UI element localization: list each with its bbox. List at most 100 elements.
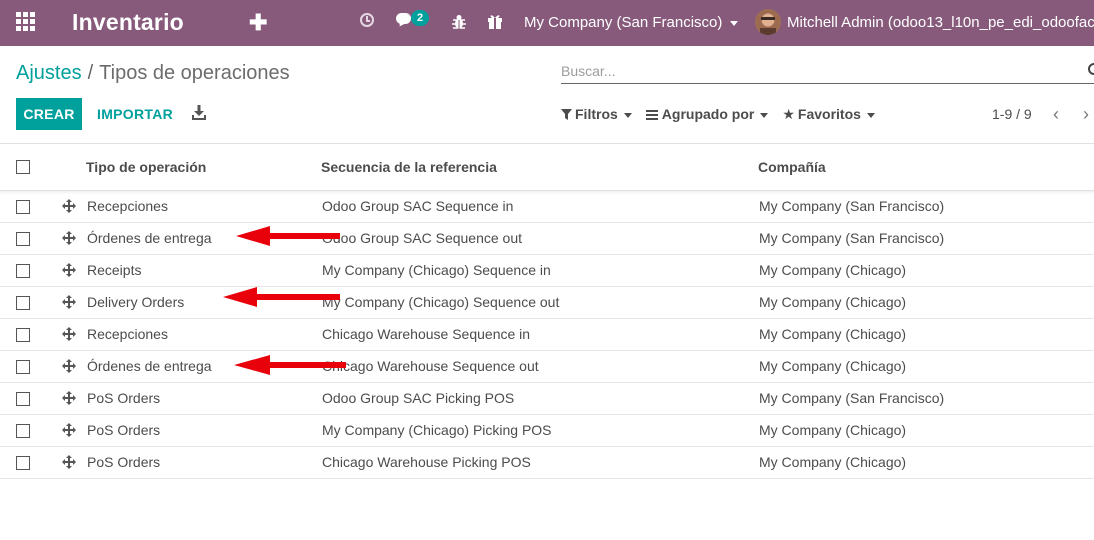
- sequence-cell: Odoo Group SAC Sequence out: [322, 230, 523, 246]
- apps-grid-icon[interactable]: [16, 12, 36, 32]
- search-bar: [561, 59, 1094, 84]
- operation-type-cell: Delivery Orders: [87, 294, 185, 310]
- company-switcher[interactable]: My Company (San Francisco): [524, 14, 739, 31]
- sequence-cell: Odoo Group SAC Sequence in: [322, 198, 514, 214]
- table-row[interactable]: Receipts My Company (Chicago) Sequence in…: [0, 255, 1094, 287]
- table-row[interactable]: Recepciones Chicago Warehouse Sequence in…: [0, 319, 1094, 351]
- company-cell: My Company (Chicago): [759, 262, 907, 278]
- chevron-down-icon: [866, 112, 875, 118]
- breadcrumb: Ajustes / Tipos de operaciones: [16, 62, 290, 85]
- bars-icon: [645, 110, 658, 120]
- group-by-dropdown[interactable]: Agrupado por: [645, 106, 769, 122]
- operation-type-cell: Recepciones: [87, 198, 168, 214]
- column-header-company[interactable]: Compañía: [758, 159, 826, 175]
- search-icon[interactable]: [1088, 63, 1094, 75]
- operation-type-cell: PoS Orders: [87, 390, 161, 406]
- download-icon[interactable]: [192, 105, 206, 121]
- search-input[interactable]: [561, 59, 1081, 83]
- table-row[interactable]: PoS Orders Odoo Group SAC Picking POS My C…: [0, 383, 1094, 415]
- chevron-down-icon: [623, 112, 632, 118]
- search-options: Filtros Agrupado por ★ Favoritos: [561, 106, 889, 123]
- company-cell: My Company (San Francisco): [759, 390, 945, 406]
- operation-type-cell: Órdenes de entrega: [87, 230, 212, 246]
- drag-handle-icon[interactable]: [62, 423, 76, 437]
- chevron-down-icon: [760, 112, 769, 118]
- chat-icon[interactable]: [396, 13, 412, 29]
- avatar[interactable]: [755, 9, 781, 35]
- table-header: Tipo de operación Secuencia de la refere…: [0, 143, 1094, 191]
- column-header-sequence[interactable]: Secuencia de la referencia: [321, 159, 497, 175]
- top-navbar: Inventario ✚ 2 My Company (San Francisco…: [0, 0, 1094, 46]
- pager-value[interactable]: 1-9 / 9: [992, 106, 1032, 122]
- breadcrumb-parent-link[interactable]: Ajustes: [16, 62, 82, 84]
- company-cell: My Company (Chicago): [759, 454, 907, 470]
- table-row[interactable]: Órdenes de entrega Chicago Warehouse Sequ…: [0, 351, 1094, 383]
- favorites-label: Favoritos: [797, 106, 861, 122]
- star-icon: ★: [782, 106, 795, 122]
- row-checkbox[interactable]: [16, 296, 30, 310]
- gift-icon[interactable]: [487, 12, 503, 29]
- sequence-cell: My Company (Chicago) Sequence out: [322, 294, 560, 310]
- create-button[interactable]: CREAR: [16, 98, 82, 130]
- page-title: Tipos de operaciones: [99, 62, 290, 84]
- company-cell: My Company (Chicago): [759, 294, 907, 310]
- chevron-left-icon[interactable]: ‹: [1053, 104, 1059, 125]
- row-checkbox[interactable]: [16, 264, 30, 278]
- red-arrow-annotation: [236, 226, 340, 246]
- drag-handle-icon[interactable]: [62, 263, 76, 277]
- chevron-down-icon: [730, 20, 739, 26]
- drag-handle-icon[interactable]: [62, 391, 76, 405]
- drag-handle-icon[interactable]: [62, 359, 76, 373]
- plus-icon[interactable]: ✚: [249, 10, 267, 36]
- operation-type-cell: Recepciones: [87, 326, 168, 342]
- company-cell: My Company (San Francisco): [759, 230, 945, 246]
- drag-handle-icon[interactable]: [62, 231, 76, 245]
- row-checkbox[interactable]: [16, 360, 30, 374]
- sequence-cell: Chicago Warehouse Sequence out: [322, 358, 539, 374]
- user-menu[interactable]: Mitchell Admin (odoo13_l10n_pe_edi_odoof…: [787, 14, 1094, 31]
- red-arrow-annotation: [234, 355, 346, 375]
- company-cell: My Company (Chicago): [759, 326, 907, 342]
- table-row[interactable]: PoS Orders My Company (Chicago) Picking P…: [0, 415, 1094, 447]
- bug-icon[interactable]: [452, 14, 466, 30]
- favorites-dropdown[interactable]: ★ Favoritos: [782, 106, 875, 123]
- operation-type-cell: Receipts: [87, 262, 142, 278]
- table-row[interactable]: PoS Orders Chicago Warehouse Picking POS M…: [0, 447, 1094, 479]
- operation-type-cell: Órdenes de entrega: [87, 358, 212, 374]
- sequence-cell: Odoo Group SAC Picking POS: [322, 390, 515, 406]
- filter-icon: [561, 109, 572, 120]
- sequence-cell: Chicago Warehouse Picking POS: [322, 454, 531, 470]
- operation-type-cell: PoS Orders: [87, 454, 161, 470]
- red-arrow-annotation: [223, 287, 340, 307]
- table-body: Recepciones Odoo Group SAC Sequence in My …: [0, 191, 1094, 479]
- clock-icon[interactable]: [360, 13, 374, 27]
- row-checkbox[interactable]: [16, 424, 30, 438]
- breadcrumb-separator: /: [87, 62, 94, 84]
- filters-dropdown[interactable]: Filtros: [561, 106, 632, 122]
- table-row[interactable]: Recepciones Odoo Group SAC Sequence in My …: [0, 191, 1094, 223]
- drag-handle-icon[interactable]: [62, 295, 76, 309]
- drag-handle-icon[interactable]: [62, 199, 76, 213]
- chevron-right-icon[interactable]: ›: [1083, 104, 1089, 125]
- company-cell: My Company (Chicago): [759, 422, 907, 438]
- sequence-cell: My Company (Chicago) Picking POS: [322, 422, 552, 438]
- operation-type-cell: PoS Orders: [87, 422, 161, 438]
- table-row[interactable]: Delivery Orders My Company (Chicago) Sequ…: [0, 287, 1094, 319]
- sequence-cell: My Company (Chicago) Sequence in: [322, 262, 551, 278]
- table-row[interactable]: Órdenes de entrega Odoo Group SAC Sequenc…: [0, 223, 1094, 255]
- group-by-label: Agrupado por: [661, 106, 755, 122]
- select-all-checkbox[interactable]: [16, 160, 30, 174]
- app-title[interactable]: Inventario: [72, 9, 184, 36]
- drag-handle-icon[interactable]: [62, 455, 76, 469]
- import-button[interactable]: IMPORTAR: [97, 106, 173, 122]
- row-checkbox[interactable]: [16, 456, 30, 470]
- row-checkbox[interactable]: [16, 328, 30, 342]
- row-checkbox[interactable]: [16, 232, 30, 246]
- sequence-cell: Chicago Warehouse Sequence in: [322, 326, 531, 342]
- row-checkbox[interactable]: [16, 392, 30, 406]
- drag-handle-icon[interactable]: [62, 327, 76, 341]
- column-header-type[interactable]: Tipo de operación: [86, 159, 206, 175]
- filters-label: Filtros: [575, 106, 618, 122]
- company-cell: My Company (San Francisco): [759, 198, 945, 214]
- row-checkbox[interactable]: [16, 200, 30, 214]
